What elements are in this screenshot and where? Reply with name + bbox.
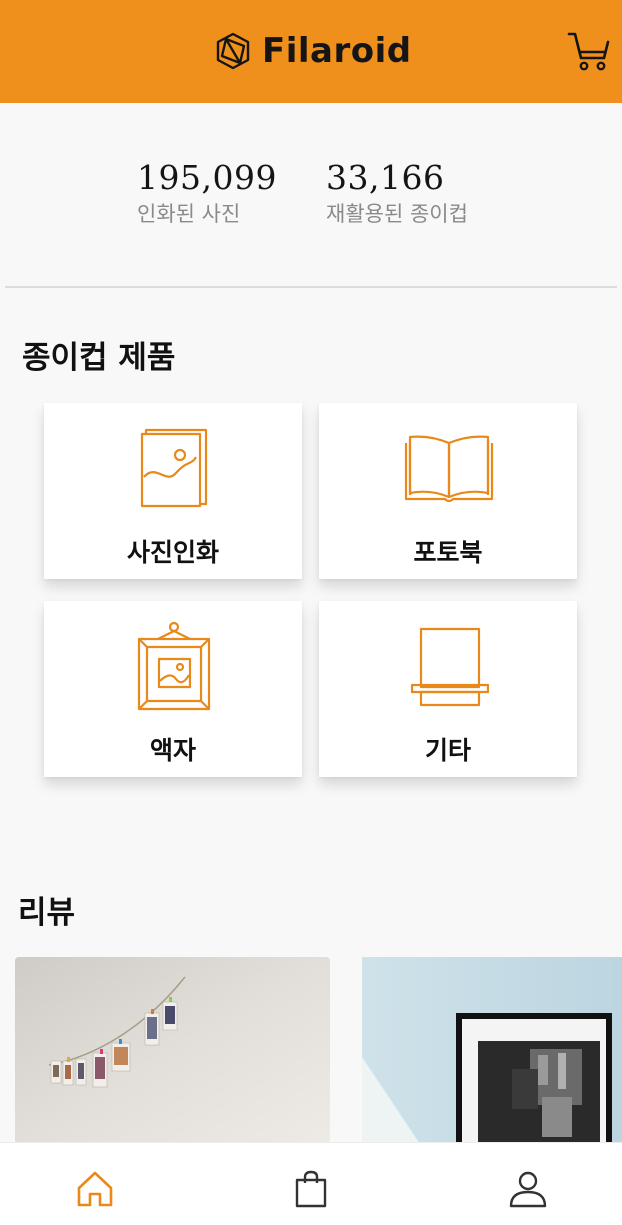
- product-label: 기타: [424, 736, 471, 765]
- divider: [5, 286, 617, 288]
- home-icon: [77, 1171, 113, 1207]
- reviews-title: 리뷰: [18, 895, 76, 931]
- nav-profile[interactable]: [508, 1169, 548, 1209]
- product-card-photo-print[interactable]: 사진인화: [44, 403, 302, 579]
- hexagon-logo-icon: [216, 32, 250, 70]
- product-label: 포토북: [413, 538, 483, 567]
- brand-logo[interactable]: Filaroid: [214, 30, 412, 72]
- product-label: 액자: [149, 736, 196, 765]
- printed-photos-stat: 195,099 인화된 사진: [137, 158, 277, 228]
- frame-icon: [137, 621, 211, 711]
- nav-shop[interactable]: [291, 1169, 331, 1209]
- product-card-frame[interactable]: 액자: [44, 601, 302, 777]
- stat-label: 인화된 사진: [137, 202, 241, 226]
- product-label: 사진인화: [126, 538, 219, 567]
- review-photo: [15, 957, 330, 1147]
- stat-value: 33,166: [326, 158, 445, 197]
- nav-home[interactable]: [75, 1169, 115, 1209]
- shelf-icon: [410, 627, 489, 707]
- photo-print-icon: [140, 428, 208, 508]
- product-card-photobook[interactable]: 포토북: [319, 403, 577, 579]
- recycled-cups-stat: 33,166 재활용된 종이컵: [326, 158, 468, 228]
- profile-icon: [509, 1171, 547, 1208]
- stat-label: 재활용된 종이컵: [326, 202, 468, 226]
- review-card[interactable]: [362, 957, 622, 1147]
- stats-section: 195,099 인화된 사진 33,166 재활용된 종이컵: [0, 158, 622, 238]
- app-header: Filaroid: [0, 0, 622, 103]
- brand-name: Filaroid: [262, 31, 412, 71]
- shopping-bag-icon: [295, 1170, 327, 1208]
- review-photo: [362, 957, 622, 1147]
- products-title: 종이컵 제품: [22, 340, 176, 376]
- photobook-icon: [404, 435, 494, 503]
- cart-icon: [567, 32, 610, 71]
- cart-button[interactable]: [566, 30, 610, 72]
- bottom-navigation: [0, 1142, 622, 1225]
- review-card[interactable]: [15, 957, 330, 1147]
- stat-value: 195,099: [137, 158, 277, 197]
- product-card-other[interactable]: 기타: [319, 601, 577, 777]
